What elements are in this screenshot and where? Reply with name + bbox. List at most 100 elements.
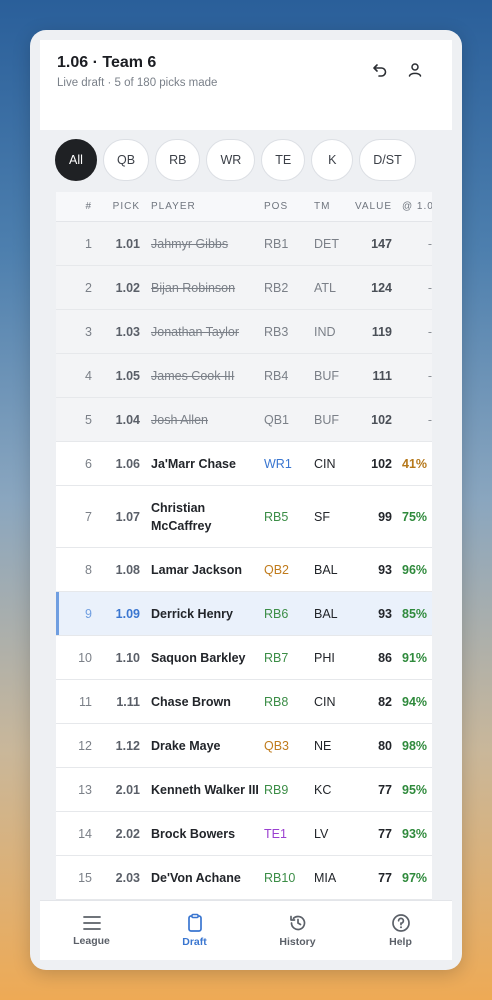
filter-dst[interactable]: D/ST xyxy=(359,139,416,181)
pick-number: 12 xyxy=(78,738,92,753)
position-badge: QB1 xyxy=(264,412,290,427)
filter-te[interactable]: TE xyxy=(261,139,306,181)
table-row[interactable]: 12 1.12 Drake Maye QB3 NE 80 98% xyxy=(56,724,432,768)
player-name: Christian McCaffrey xyxy=(151,500,212,533)
table-row[interactable]: 5 1.04 Josh Allen QB1 BUF 102 - xyxy=(56,398,432,442)
nav-league[interactable]: League xyxy=(40,901,143,960)
table-row[interactable]: 10 1.10 Saquon Barkley RB7 PHI 86 91% xyxy=(56,636,432,680)
position-badge: RB3 xyxy=(264,324,289,339)
player-name: Bijan Robinson xyxy=(151,280,236,295)
availability-pct: - xyxy=(427,324,432,339)
pick-number: 13 xyxy=(78,782,92,797)
position-badge: QB2 xyxy=(264,562,290,577)
col-value[interactable]: VALUE xyxy=(352,201,392,212)
pick-number: 8 xyxy=(85,562,92,577)
pick-slot: 1.11 xyxy=(116,694,140,709)
position-badge: WR1 xyxy=(264,456,292,471)
table-row[interactable]: 7 1.07 Christian McCaffrey RB5 SF 99 75% xyxy=(56,486,432,548)
player-name: Brock Bowers xyxy=(151,826,236,841)
filter-rb[interactable]: RB xyxy=(155,139,201,181)
player-name: Ja'Marr Chase xyxy=(151,456,236,471)
pick-slot: 1.02 xyxy=(115,280,140,295)
table-row[interactable]: 8 1.08 Lamar Jackson QB2 BAL 93 96% xyxy=(56,548,432,592)
player-name: Jahmyr Gibbs xyxy=(151,236,229,251)
team-abbr: SF xyxy=(314,509,330,524)
table-row[interactable]: 13 2.01 Kenneth Walker III RB9 KC 77 95% xyxy=(56,768,432,812)
pick-slot: 1.09 xyxy=(115,606,140,621)
col-team[interactable]: TM xyxy=(314,201,352,212)
pick-number: 3 xyxy=(85,324,92,339)
nav-draft[interactable]: Draft xyxy=(143,901,246,960)
player-name: Lamar Jackson xyxy=(151,562,243,577)
position-badge: RB7 xyxy=(264,650,289,665)
player-value: 77 xyxy=(378,782,392,797)
position-badge: RB4 xyxy=(264,368,289,383)
table-row[interactable]: 6 1.06 Ja'Marr Chase WR1 CIN 102 41% xyxy=(56,442,432,486)
availability-pct: 75% xyxy=(402,509,428,524)
player-value: 111 xyxy=(372,368,392,383)
pick-slot: 2.02 xyxy=(115,826,140,841)
position-filter: All QB RB WR TE K D/ST xyxy=(55,139,416,181)
player-table: # PICK PLAYER POS TM VALUE @ 1.0 1 1.01 Ja… xyxy=(56,192,432,932)
table-header: # PICK PLAYER POS TM VALUE @ 1.0 xyxy=(56,192,432,222)
availability-pct: - xyxy=(427,236,432,251)
app-window: 1.06 · Team 6 Live draft · 5 of 180 pick… xyxy=(30,30,462,970)
table-row[interactable]: 9 1.09 Derrick Henry RB6 BAL 93 85% xyxy=(56,592,432,636)
col-pos[interactable]: POS xyxy=(264,201,314,212)
pick-slot: 1.08 xyxy=(115,562,140,577)
col-num[interactable]: # xyxy=(56,201,92,212)
filter-wr[interactable]: WR xyxy=(206,139,256,181)
player-value: 86 xyxy=(378,650,392,665)
pick-number: 10 xyxy=(78,650,92,665)
nav-history[interactable]: History xyxy=(246,901,349,960)
position-badge: RB8 xyxy=(264,694,289,709)
filter-qb[interactable]: QB xyxy=(103,139,150,181)
player-name: De'Von Achane xyxy=(151,870,241,885)
nav-label: Help xyxy=(389,936,412,948)
team-abbr: DET xyxy=(314,236,339,251)
availability-pct: 85% xyxy=(402,606,428,621)
table-row[interactable]: 3 1.03 Jonathan Taylor RB3 IND 119 - xyxy=(56,310,432,354)
person-icon[interactable] xyxy=(403,58,427,82)
team-abbr: IND xyxy=(314,324,336,339)
col-player[interactable]: PLAYER xyxy=(140,198,264,216)
pick-slot: 1.10 xyxy=(115,650,140,665)
player-name: Josh Allen xyxy=(151,412,208,427)
player-value: 99 xyxy=(378,509,392,524)
nav-help[interactable]: Help xyxy=(349,901,452,960)
pick-slot: 1.05 xyxy=(115,368,140,383)
undo-icon[interactable] xyxy=(368,58,392,82)
player-name: Saquon Barkley xyxy=(151,650,246,665)
table-row[interactable]: 15 2.03 De'Von Achane RB10 MIA 77 97% xyxy=(56,856,432,900)
table-body: 1 1.01 Jahmyr Gibbs RB1 DET 147-2 1.02 Bijan Ro… xyxy=(56,222,432,932)
position-badge: RB10 xyxy=(264,870,296,885)
player-value: 147 xyxy=(371,236,392,251)
col-availability[interactable]: @ 1.0 xyxy=(392,201,432,212)
header: 1.06 · Team 6 Live draft · 5 of 180 pick… xyxy=(40,40,452,130)
availability-pct: 96% xyxy=(402,562,428,577)
table-row[interactable]: 11 1.11 Chase Brown RB8 CIN 82 94% xyxy=(56,680,432,724)
table-row[interactable]: 1 1.01 Jahmyr Gibbs RB1 DET 147 - xyxy=(56,222,432,266)
availability-pct: 95% xyxy=(402,782,428,797)
position-badge: TE1 xyxy=(264,826,287,841)
pick-number: 2 xyxy=(85,280,92,295)
table-row[interactable]: 4 1.05 James Cook III RB4 BUF 111 - xyxy=(56,354,432,398)
table-row[interactable]: 14 2.02 Brock Bowers TE1 LV 77 93% xyxy=(56,812,432,856)
position-badge: RB9 xyxy=(264,782,289,797)
player-value: 77 xyxy=(378,870,392,885)
pick-number: 4 xyxy=(85,368,92,383)
pick-number: 1 xyxy=(85,236,92,251)
filter-all[interactable]: All xyxy=(55,139,97,181)
position-badge: RB5 xyxy=(264,509,289,524)
team-abbr: LV xyxy=(314,826,329,841)
nav-label: League xyxy=(73,935,110,947)
pick-slot: 1.06 xyxy=(115,456,140,471)
player-value: 102 xyxy=(371,412,392,427)
availability-pct: 91% xyxy=(402,650,428,665)
player-name: Derrick Henry xyxy=(151,606,233,621)
table-row[interactable]: 2 1.02 Bijan Robinson RB2 ATL 124 - xyxy=(56,266,432,310)
availability-pct: - xyxy=(427,412,432,427)
col-pick[interactable]: PICK xyxy=(92,201,140,212)
pick-number: 7 xyxy=(85,509,92,524)
filter-k[interactable]: K xyxy=(311,139,354,181)
